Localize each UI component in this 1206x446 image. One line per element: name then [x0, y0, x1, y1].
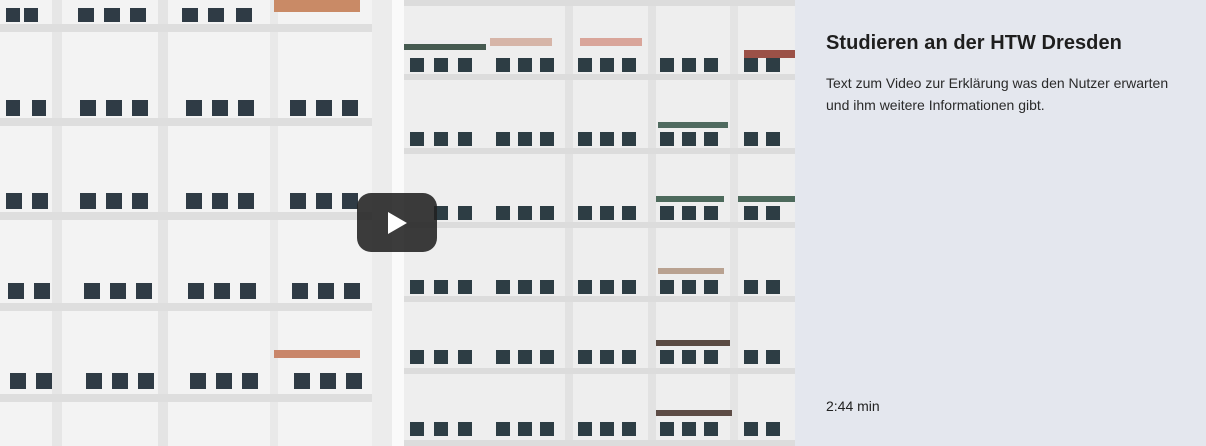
video-duration: 2:44 min [826, 398, 880, 414]
video-title: Studieren an der HTW Dresden [826, 32, 1122, 54]
play-button[interactable] [357, 193, 437, 252]
play-icon [388, 211, 407, 234]
video-thumbnail[interactable] [0, 0, 795, 446]
video-description: Text zum Video zur Erklärung was den Nut… [826, 75, 1169, 113]
video-teaser: Studieren an der HTW Dresden Text zum Vi… [0, 0, 1206, 446]
video-info-panel: Studieren an der HTW Dresden Text zum Vi… [795, 0, 1206, 446]
